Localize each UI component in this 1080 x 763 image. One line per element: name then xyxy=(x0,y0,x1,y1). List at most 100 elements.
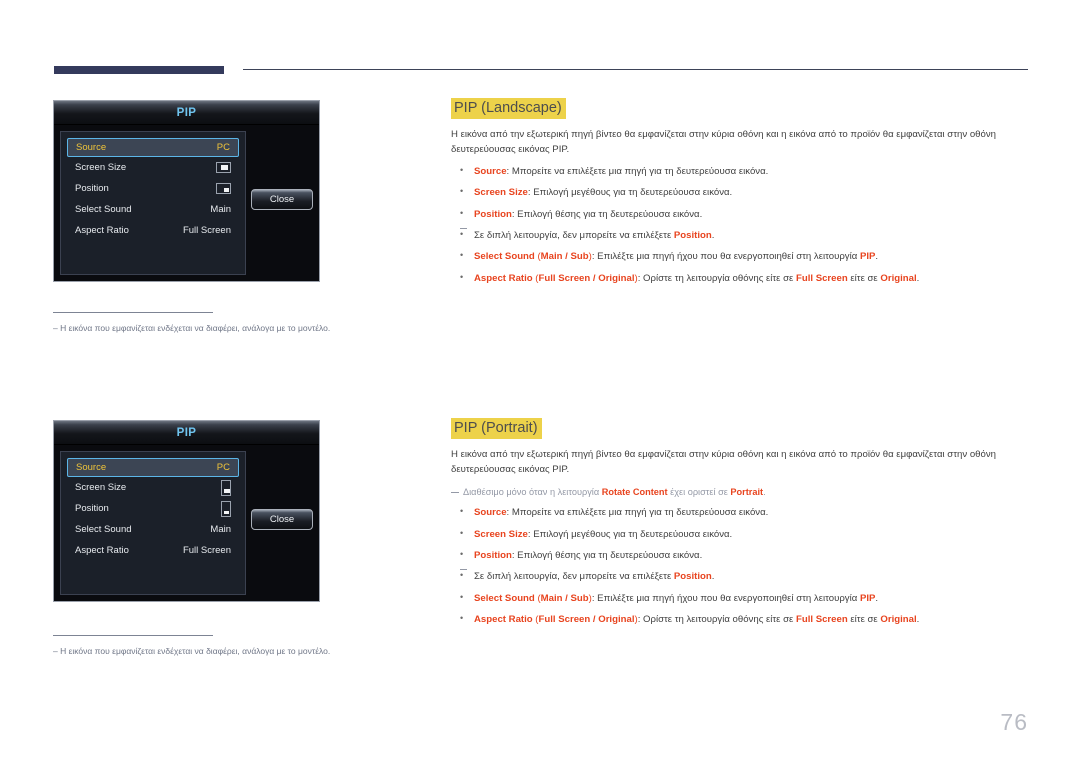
osd-panel-pip-landscape: PIP Source PC Screen Size Position Selec… xyxy=(53,100,320,282)
section-intro: Η εικόνα από την εξωτερική πηγή βίντεο θ… xyxy=(451,449,996,475)
bullet-term: Screen Size xyxy=(474,187,528,199)
osd-body: Source PC Screen Size Position Select So… xyxy=(54,445,319,601)
osd-row-source[interactable]: Source PC xyxy=(67,458,239,477)
bullet-mid: : Ορίστε τη λειτουργία οθόνης είτε σε xyxy=(637,272,796,284)
osd-row-value: PC xyxy=(216,462,230,473)
opt-original: Original xyxy=(598,614,635,626)
portrait-term: Portrait xyxy=(730,486,764,497)
bullet-term: Position xyxy=(474,208,512,220)
opt-sub: Sub xyxy=(570,592,589,604)
screen-size-icon xyxy=(216,162,231,173)
close-button[interactable]: Close xyxy=(251,189,313,210)
note-pre: Σε διπλή λειτουργία, δεν μπορείτε να επι… xyxy=(474,571,674,583)
osd-row-label: Screen Size xyxy=(75,162,127,173)
footnote-rule xyxy=(53,312,213,313)
footnote-rule xyxy=(53,635,213,636)
bullet-term: Source xyxy=(474,507,507,519)
opt-full: Full Screen xyxy=(538,614,591,626)
screen-size-icon xyxy=(221,479,231,496)
osd-row-value: Main xyxy=(210,204,231,215)
list-item: Select Sound (Main / Sub): Επιλέξτε μια … xyxy=(451,591,1026,606)
bullet-rest: : Επιλογή μεγέθους για τη δευτερεύουσα ε… xyxy=(527,528,733,540)
section-pip-landscape: PIP (Landscape) Η εικόνα από την εξωτερι… xyxy=(451,98,1026,293)
osd-row-source[interactable]: Source PC xyxy=(67,138,239,157)
full-screen-term: Full Screen xyxy=(795,272,848,284)
position-note: Σε διπλή λειτουργία, δεν μπορείτε να επι… xyxy=(451,569,1026,584)
list-item: Aspect Ratio (Full Screen / Original): Ο… xyxy=(451,612,1026,627)
bullet-end: . xyxy=(916,272,920,284)
close-button[interactable]: Close xyxy=(251,509,313,530)
osd-title-text: PIP xyxy=(176,426,197,439)
note-pre: Σε διπλή λειτουργία, δεν μπορείτε να επι… xyxy=(474,230,674,242)
section-heading: PIP (Landscape) xyxy=(451,98,566,120)
bullet-rest: : Μπορείτε να επιλέξετε μια πηγή για τη … xyxy=(506,507,769,519)
page-number: 76 xyxy=(1000,709,1028,735)
osd-row-position[interactable]: Position xyxy=(67,178,239,199)
osd-row-value: PC xyxy=(216,142,230,153)
osd-row-label: Source xyxy=(76,462,107,473)
footnote-text: Η εικόνα που εμφανίζεται ενδέχεται να δι… xyxy=(60,323,331,333)
full-screen-term: Full Screen xyxy=(795,614,848,626)
bullet-term: Aspect Ratio xyxy=(474,614,533,626)
osd-row-label: Aspect Ratio xyxy=(75,545,129,556)
osd-row-value: Main xyxy=(210,524,231,535)
osd-row-label: Position xyxy=(75,183,109,194)
rotate-content-term: Rotate Content xyxy=(601,486,668,497)
list-item: Aspect Ratio (Full Screen / Original): Ο… xyxy=(451,271,1026,286)
osd-title-bar: PIP xyxy=(54,101,319,125)
list-item: Position: Επιλογή θέσης για τη δευτερεύο… xyxy=(451,207,1026,222)
opt-full: Full Screen xyxy=(538,272,591,284)
note-post: . xyxy=(763,486,766,497)
footnote-portrait: – Η εικόνα που εμφανίζεται ενδέχεται να … xyxy=(53,646,330,656)
bullet-term: Position xyxy=(474,549,512,561)
bullet-term: Source xyxy=(474,165,507,177)
opt-original: Original xyxy=(598,272,635,284)
osd-side-area: Close xyxy=(246,131,313,275)
bullet-rest: : Επιλογή θέσης για τη δευτερεύουσα εικό… xyxy=(511,549,703,561)
osd-row-aspect-ratio[interactable]: Aspect Ratio Full Screen xyxy=(67,540,239,561)
osd-side-area: Close xyxy=(246,451,313,595)
osd-row-screen-size[interactable]: Screen Size xyxy=(67,477,239,498)
position-icon xyxy=(221,500,231,517)
osd-row-label: Select Sound xyxy=(75,204,132,215)
osd-menu-list: Source PC Screen Size Position Select So… xyxy=(60,131,246,275)
section-heading: PIP (Portrait) xyxy=(451,418,542,440)
list-item: Source: Μπορείτε να επιλέξετε μια πηγή γ… xyxy=(451,505,1026,520)
footnote-text: Η εικόνα που εμφανίζεται ενδέχεται να δι… xyxy=(60,646,331,656)
pip-term: PIP xyxy=(859,251,876,263)
original-term: Original xyxy=(880,272,917,284)
note-pre: Διαθέσιμο μόνο όταν η λειτουργία xyxy=(463,486,602,497)
header-accent-bar xyxy=(54,66,224,74)
list-item: Source: Μπορείτε να επιλέξετε μια πηγή γ… xyxy=(451,164,1026,179)
opt-sep: / xyxy=(562,251,571,263)
bullet-end: . xyxy=(916,614,920,626)
position-note: Σε διπλή λειτουργία, δεν μπορείτε να επι… xyxy=(451,227,1026,243)
osd-row-screen-size[interactable]: Screen Size xyxy=(67,157,239,178)
osd-panel-pip-portrait: PIP Source PC Screen Size Position Selec… xyxy=(53,420,320,602)
list-item: Screen Size: Επιλογή μεγέθους για τη δευ… xyxy=(451,527,1026,542)
bullet-mid2: είτε σε xyxy=(847,272,881,284)
bullet-end: . xyxy=(875,592,879,604)
bullet-term: Select Sound xyxy=(474,592,535,604)
osd-menu-list: Source PC Screen Size Position Select So… xyxy=(60,451,246,595)
bullet-rest: : Μπορείτε να επιλέξετε μια πηγή για τη … xyxy=(506,165,769,177)
header-rule xyxy=(243,69,1028,70)
bullet-rest: : Επιλογή μεγέθους για τη δευτερεύουσα ε… xyxy=(527,187,733,199)
osd-row-position[interactable]: Position xyxy=(67,498,239,519)
osd-title-text: PIP xyxy=(176,106,197,119)
osd-row-select-sound[interactable]: Select Sound Main xyxy=(67,199,239,220)
availability-note: Διαθέσιμο μόνο όταν η λειτουργία Rotate … xyxy=(451,486,1026,499)
section-pip-portrait: PIP (Portrait) Η εικόνα από την εξωτερικ… xyxy=(451,418,1026,635)
note-post: . xyxy=(711,230,715,242)
osd-row-select-sound[interactable]: Select Sound Main xyxy=(67,519,239,540)
bullet-rest: : Επιλογή θέσης για τη δευτερεύουσα εικό… xyxy=(511,208,703,220)
osd-title-bar: PIP xyxy=(54,421,319,445)
osd-row-label: Select Sound xyxy=(75,524,132,535)
bullet-term: Select Sound xyxy=(474,251,535,263)
bullet-mid: : Επιλέξτε μια πηγή ήχου που θα ενεργοπο… xyxy=(591,251,860,263)
note-post: . xyxy=(711,571,715,583)
bullet-term: Aspect Ratio xyxy=(474,272,533,284)
bullet-mid: : Επιλέξτε μια πηγή ήχου που θα ενεργοπο… xyxy=(591,592,860,604)
pip-term: PIP xyxy=(859,592,876,604)
osd-row-aspect-ratio[interactable]: Aspect Ratio Full Screen xyxy=(67,220,239,241)
